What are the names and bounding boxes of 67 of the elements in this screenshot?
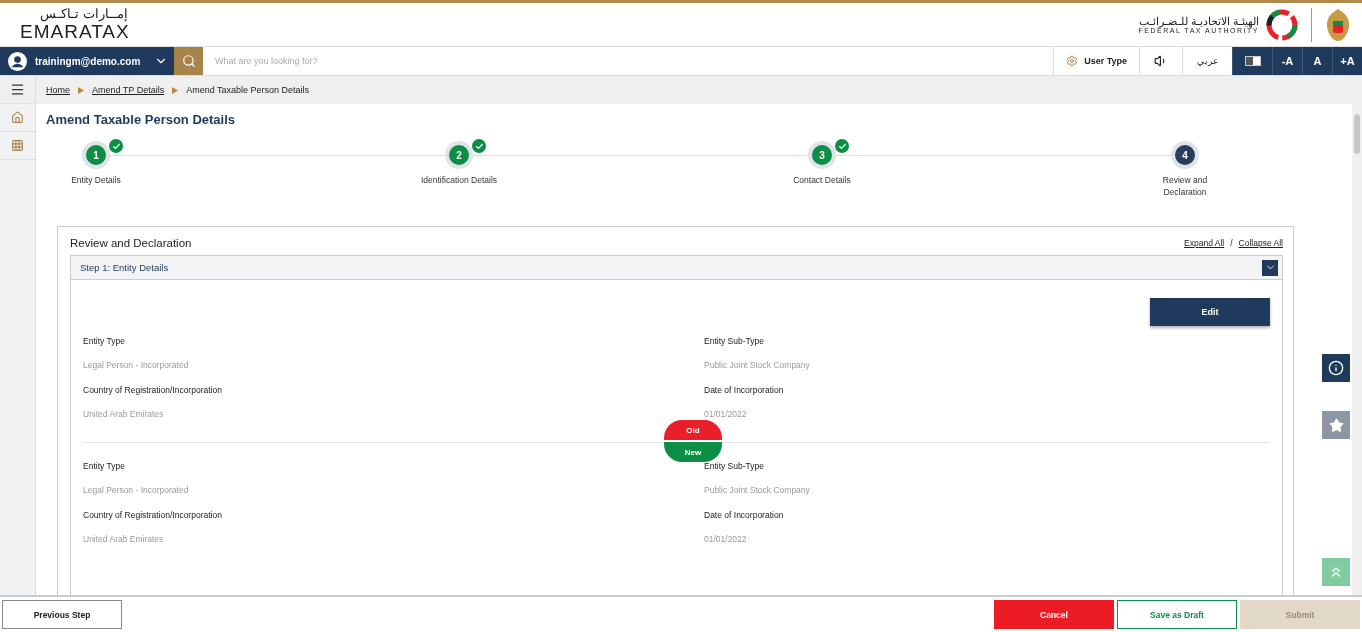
info-button[interactable] [1322, 354, 1350, 382]
menu-button[interactable] [0, 76, 35, 104]
field-label: Entity Sub-Type [704, 336, 765, 346]
breadcrumb-link[interactable]: Home [46, 85, 70, 95]
check-icon [472, 139, 486, 153]
check-icon [109, 139, 123, 153]
field-value: 01/01/2022 [704, 409, 748, 419]
font-size-button[interactable]: +A [1332, 47, 1362, 75]
scrollbar[interactable] [1352, 104, 1362, 595]
step-label: Entity Details [70, 174, 122, 186]
field-label: Entity Type [83, 461, 126, 471]
breadcrumb-arrow-icon [172, 86, 179, 94]
field-label: Country of Registration/Incorporation [83, 510, 223, 520]
breadcrumb-current: Amend Taxable Person Details [186, 85, 310, 95]
search-button[interactable] [174, 47, 203, 75]
separator: / [1230, 238, 1233, 248]
star-icon [1328, 417, 1344, 433]
field-label: Date of Incorporation [704, 385, 785, 395]
field-label: Date of Incorporation [704, 510, 785, 520]
chevron-toggle-button[interactable] [1262, 259, 1278, 276]
edit-button[interactable]: Edit [1150, 298, 1270, 326]
save-draft-button[interactable]: Save as Draft [1117, 600, 1237, 629]
step-label: Review and Declaration [1161, 174, 1209, 198]
field-label: Country of Registration/Incorporation [83, 385, 223, 395]
previous-step-button[interactable]: Previous Step [2, 600, 122, 629]
grid-icon [11, 139, 24, 152]
field-value: Public Joint Stock Company [704, 360, 811, 370]
gear-icon [1066, 55, 1079, 67]
breadcrumb-link[interactable]: Amend TP Details [92, 85, 165, 95]
field-label: Entity Sub-Type [704, 461, 765, 471]
check-icon [835, 139, 849, 153]
authority-arabic-name: الهيئـة الاتحاديـة للـضـرائـب [1138, 15, 1259, 27]
field-value: Legal Person - Incorporated [83, 360, 190, 370]
authority-logo-icon [1265, 7, 1299, 42]
logo-arabic-text: إمــارات تـاكـس [40, 6, 128, 21]
search-icon [181, 54, 196, 68]
font-size-button[interactable]: -A [1272, 47, 1302, 75]
home-icon [11, 111, 24, 124]
user-avatar-icon [8, 51, 27, 71]
page-title: Amend Taxable Person Details [46, 112, 237, 127]
accordion-title: Step 1: Entity Details [80, 262, 169, 273]
cancel-button[interactable]: Cancel [994, 600, 1114, 629]
field-value: 01/01/2022 [704, 534, 748, 544]
field-value: Public Joint Stock Company [704, 485, 811, 495]
accordion-header[interactable]: Step 1: Entity Details [71, 256, 1282, 280]
emblem-icon [1324, 6, 1352, 43]
step-label: Contact Details [792, 174, 852, 186]
contrast-button[interactable] [1232, 47, 1272, 75]
expand-all-link[interactable]: Expand All [1184, 238, 1225, 248]
user-menu-button[interactable]: trainingm@demo.com [0, 47, 174, 75]
favorite-button[interactable] [1322, 411, 1350, 439]
step-number: 4 [1171, 141, 1199, 169]
info-icon [1328, 360, 1344, 376]
section-title: Review and Declaration [70, 237, 192, 249]
old-badge: Old [664, 420, 722, 440]
collapse-all-link[interactable]: Collapse All [1238, 238, 1283, 248]
field-value: Legal Person - Incorporated [83, 485, 190, 495]
contrast-icon [1244, 56, 1261, 66]
menu-icon [10, 82, 25, 97]
field-value: United Arab Emirates [83, 409, 165, 419]
scroll-top-button[interactable] [1322, 558, 1350, 586]
step-label: Identification Details [419, 174, 499, 186]
field-label: Entity Type [83, 336, 126, 346]
new-badge: New [664, 442, 722, 462]
breadcrumb-arrow-icon [78, 86, 84, 94]
font-size-button[interactable]: A [1302, 47, 1332, 75]
field-value: United Arab Emirates [83, 534, 165, 544]
